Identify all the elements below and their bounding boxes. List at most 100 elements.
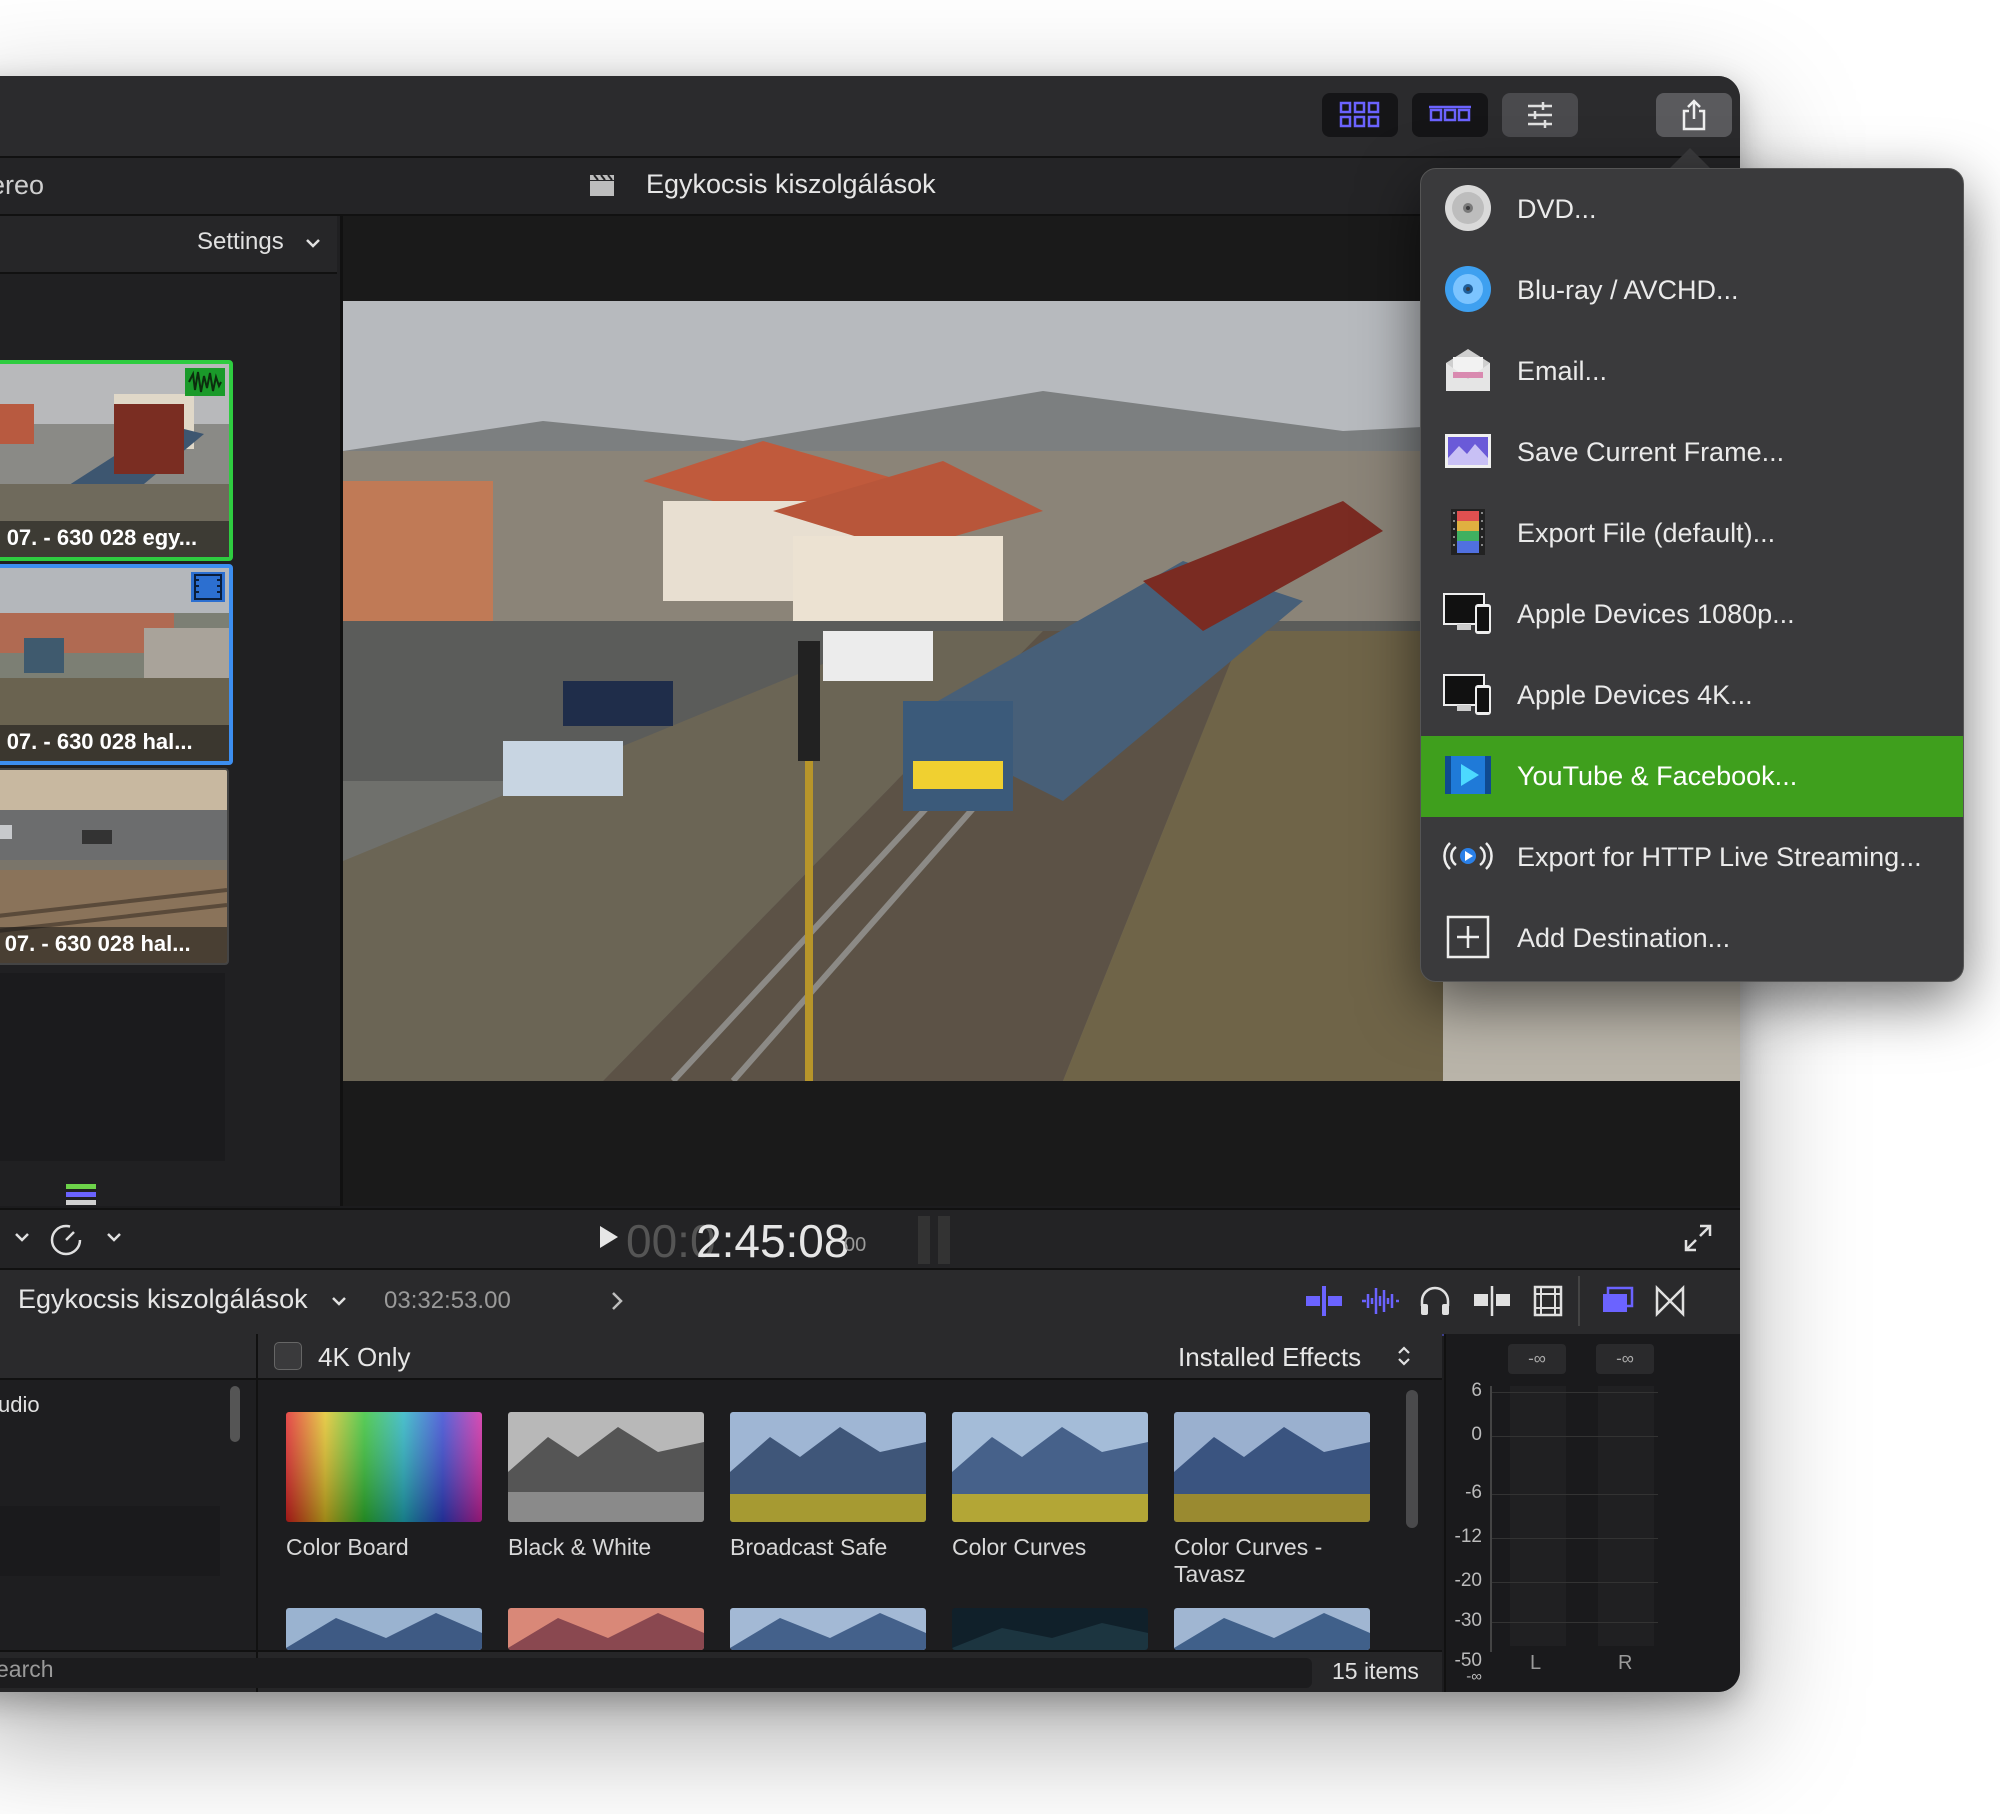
transitions-browser-icon[interactable] <box>1654 1284 1686 1318</box>
4k-only-checkbox[interactable] <box>274 1342 302 1370</box>
menu-item-label: Export for HTTP Live Streaming... <box>1517 842 1922 872</box>
effect-thumbnail[interactable] <box>508 1608 704 1650</box>
grid-icon <box>1339 101 1380 128</box>
effect-label: Color Board <box>286 1534 409 1560</box>
black-white-preview <box>508 1412 704 1522</box>
youtube-facebook-icon <box>1445 756 1491 794</box>
clip-appearance-film-icon[interactable] <box>1532 1284 1564 1318</box>
chevron-updown-icon[interactable] <box>1396 1344 1412 1368</box>
menu-item-label: Add Destination... <box>1517 923 1731 953</box>
menu-item-label: YouTube & Facebook... <box>1517 761 1798 791</box>
channel-right-label: R <box>1618 1652 1633 1674</box>
menu-item-apple-4k[interactable]: Apple Devices 4K... <box>1421 655 1963 736</box>
peak-right: -∞ <box>1596 1344 1654 1374</box>
menu-item-youtube-facebook[interactable]: YouTube & Facebook... <box>1421 736 1963 817</box>
menu-item-label: DVD... <box>1517 194 1597 224</box>
meter-tick: -6 <box>1465 1482 1482 1503</box>
audio-meters: -∞ -∞ 6 0 -6 -12 -20 -30 -50 -∞ L R <box>1444 1334 1740 1692</box>
categories-scrollbar[interactable] <box>230 1386 240 1442</box>
clip-skimming-icon[interactable] <box>1304 1284 1344 1318</box>
chevron-down-icon[interactable] <box>14 1232 30 1244</box>
settings-menu[interactable]: Settings <box>197 228 284 256</box>
effects-footer: 15 items <box>0 1650 1442 1692</box>
retime-speed-icon[interactable] <box>48 1222 84 1258</box>
clip-thumbnail[interactable]: 03. 07. - 630 028 hal... <box>0 768 229 965</box>
clip-label: 03. 07. - 630 028 hal... <box>0 927 227 963</box>
video-clip-icon <box>191 572 225 602</box>
clip-browser: Settings 03. 07. - 630 028 egy... <box>0 216 343 1206</box>
effect-thumbnail[interactable] <box>952 1608 1148 1650</box>
menu-item-bluray[interactable]: Blu-ray / AVCHD... <box>1421 250 1963 331</box>
menu-item-add-destination[interactable]: Add Destination... <box>1421 898 1963 979</box>
menu-item-dvd[interactable]: DVD... <box>1421 169 1963 250</box>
meter-gridline <box>1490 1436 1658 1437</box>
meter-tick: -∞ <box>1466 1668 1482 1685</box>
clip-thumbnail[interactable]: 03. 07. - 630 028 hal... <box>0 564 233 765</box>
snapping-icon[interactable] <box>1472 1284 1512 1318</box>
effect-thumbnail-black-white[interactable] <box>508 1412 704 1522</box>
effect-label: Color Curves - Tavasz <box>1174 1534 1323 1587</box>
effect-thumbnail-color-board[interactable] <box>286 1412 482 1522</box>
meter-gridline <box>1490 1538 1658 1539</box>
playback-bar: 00:0 2:45:08 00 <box>0 1208 1740 1268</box>
timecode-main: 2:45:08 <box>696 1215 850 1267</box>
headphones-icon[interactable] <box>1418 1284 1452 1318</box>
chevron-down-icon[interactable] <box>106 1232 122 1244</box>
menu-item-http-live-streaming[interactable]: Export for HTTP Live Streaming... <box>1421 817 1963 898</box>
effects-search-placeholder: earch <box>0 1656 54 1682</box>
peak-left: -∞ <box>1508 1344 1566 1374</box>
menu-item-save-frame[interactable]: Save Current Frame... <box>1421 412 1963 493</box>
chevron-down-icon[interactable] <box>331 1296 347 1308</box>
share-menu-pointer <box>1668 148 1712 170</box>
effects-search-field[interactable] <box>0 1658 1312 1688</box>
library-view-button[interactable] <box>1322 93 1398 137</box>
audio-skimming-icon[interactable] <box>1360 1284 1400 1318</box>
effect-label: Black & White <box>508 1534 652 1560</box>
fullscreen-icon[interactable] <box>1682 1222 1714 1254</box>
effect-thumbnail[interactable] <box>286 1608 482 1650</box>
meter-gridline <box>1490 1582 1658 1583</box>
effect-label: Color Curves <box>952 1534 1087 1560</box>
category-row[interactable] <box>0 1506 220 1576</box>
timeline-project-title[interactable]: Egykocsis kiszolgálások <box>18 1284 308 1315</box>
timeline-view-button[interactable] <box>1412 93 1488 137</box>
share-icon <box>1682 99 1706 131</box>
audio-config-label: ereo <box>0 170 45 200</box>
effects-category-audio[interactable]: udio <box>0 1392 40 1418</box>
menu-item-export-file[interactable]: Export File (default)... <box>1421 493 1963 574</box>
effect-thumbnail-color-curves[interactable] <box>952 1412 1148 1522</box>
email-icon <box>1446 349 1490 391</box>
effect-thumbnail[interactable] <box>730 1608 926 1650</box>
chevron-right-icon[interactable] <box>610 1290 624 1312</box>
effect-thumbnail-color-curves-tavasz[interactable] <box>1174 1412 1370 1522</box>
menu-item-label: Apple Devices 1080p... <box>1517 599 1795 629</box>
effect-thumbnail-broadcast-safe[interactable] <box>730 1412 926 1522</box>
color-curves-preview <box>952 1412 1148 1522</box>
live-streaming-icon <box>1443 842 1493 870</box>
4k-only-label: 4K Only <box>318 1342 411 1372</box>
apple-devices-icon <box>1443 593 1491 634</box>
timeline-duration: 03:32:53.00 <box>384 1287 511 1314</box>
share-button[interactable] <box>1656 93 1732 137</box>
menu-item-apple-1080p[interactable]: Apple Devices 1080p... <box>1421 574 1963 655</box>
installed-effects-menu[interactable]: Installed Effects <box>1178 1342 1361 1373</box>
bluray-disc-icon <box>1445 266 1491 312</box>
project-title: Egykocsis kiszolgálások <box>646 169 936 199</box>
browser-header: Settings <box>0 216 337 274</box>
effects-browser-icon[interactable] <box>1600 1284 1636 1318</box>
play-icon[interactable] <box>598 1224 620 1250</box>
menu-item-email[interactable]: Email... <box>1421 331 1963 412</box>
clip-label: 03. 07. - 630 028 hal... <box>0 725 229 761</box>
toolbar <box>0 76 1740 158</box>
menu-item-label: Save Current Frame... <box>1517 437 1785 467</box>
clip-thumbnail[interactable]: 03. 07. - 630 028 egy... <box>0 360 233 561</box>
channel-left-label: L <box>1530 1652 1542 1674</box>
inspector-button[interactable] <box>1502 93 1578 137</box>
menu-item-label: Apple Devices 4K... <box>1517 680 1753 710</box>
effects-scrollbar[interactable] <box>1406 1390 1418 1528</box>
broadcast-safe-preview <box>730 1412 926 1522</box>
effect-thumbnail[interactable] <box>1174 1608 1370 1650</box>
effects-browser: 4K Only Installed Effects Color Board Bl… <box>0 1334 1442 1692</box>
audio-level-mini <box>918 1216 930 1264</box>
meter-gridline <box>1490 1622 1658 1623</box>
